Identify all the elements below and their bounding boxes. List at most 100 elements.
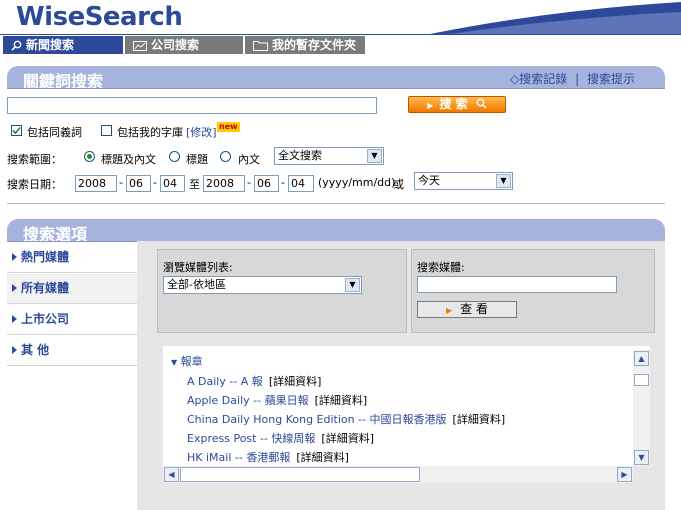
divider: [7, 203, 665, 204]
category-label: 報章: [180, 355, 203, 368]
search-tips-link[interactable]: 搜索提示: [587, 72, 635, 86]
media-name[interactable]: China Daily Hong Kong Edition -- 中國日報香港版: [187, 413, 447, 426]
date-preset-select[interactable]: 今天 ▼: [414, 172, 513, 190]
list-item[interactable]: A Daily -- A 報 [詳細資料]: [187, 373, 321, 389]
nav-label: 上市公司: [21, 312, 70, 326]
browse-media-select[interactable]: 全部-依地區 ▼: [163, 276, 362, 294]
scroll-thumb[interactable]: [634, 374, 649, 386]
tab-company-search[interactable]: 公司搜索: [125, 36, 243, 54]
scroll-left-icon[interactable]: ◀: [164, 467, 179, 482]
checkmark-icon: [12, 126, 21, 135]
tab-label: 新聞搜索: [26, 38, 75, 52]
to-year-input[interactable]: [203, 175, 245, 192]
tab-saved-folder[interactable]: 我的暫存文件夾: [245, 36, 365, 54]
scroll-down-icon[interactable]: ▼: [634, 450, 649, 465]
search-button-label: 搜 索: [439, 97, 468, 111]
detail-link[interactable]: [詳細資料]: [269, 375, 322, 388]
scope-select[interactable]: 全文搜索 ▼: [274, 147, 384, 165]
folder-icon: [253, 41, 268, 51]
search-media-label: 搜索媒體:: [417, 261, 465, 274]
chevron-down-icon: ▼: [496, 174, 511, 188]
date-dash: -: [281, 176, 285, 189]
media-name[interactable]: Apple Daily -- 蘋果日報: [187, 394, 309, 407]
keyword-input[interactable]: [7, 97, 377, 114]
nav-label: 所有媒體: [21, 281, 70, 295]
from-year-input[interactable]: [75, 175, 117, 192]
modify-link[interactable]: [修改]: [186, 124, 217, 140]
header-swoosh-decoration: [430, 2, 681, 34]
magnifier-icon: [11, 40, 22, 51]
nav-all-media[interactable]: 所有媒體: [7, 274, 137, 304]
scope-option-label: 標題及內文: [101, 153, 156, 166]
scope-radio-title[interactable]: [169, 151, 180, 162]
category-報章[interactable]: ▼ 報章: [171, 353, 203, 369]
magnifier-icon: [476, 98, 487, 109]
scroll-thumb[interactable]: [180, 467, 420, 482]
scroll-right-icon[interactable]: ▶: [617, 467, 632, 482]
list-item[interactable]: Apple Daily -- 蘋果日報 [詳細資料]: [187, 392, 367, 408]
scope-option-label: 內文: [238, 153, 260, 166]
horizontal-scrollbar[interactable]: ◀ ▶: [163, 466, 633, 483]
mydict-checkbox[interactable]: [101, 125, 112, 136]
tab-label: 我的暫存文件夾: [272, 38, 357, 52]
search-button[interactable]: ▶ 搜 索: [408, 96, 506, 113]
nav-listed-companies[interactable]: 上市公司: [7, 305, 137, 335]
list-item[interactable]: China Daily Hong Kong Edition -- 中國日報香港版…: [187, 411, 505, 427]
scroll-up-icon[interactable]: ▲: [634, 351, 649, 366]
scope-radio-content[interactable]: [220, 151, 231, 162]
media-name[interactable]: A Daily -- A 報: [187, 375, 263, 388]
detail-link[interactable]: [詳細資料]: [315, 394, 368, 407]
tab-label: 公司搜索: [151, 38, 200, 52]
scope-select-value: 全文搜索: [278, 149, 322, 162]
search-history-link[interactable]: 搜索記錄: [519, 72, 567, 86]
date-format-hint: (yyyy/mm/dd): [318, 176, 396, 189]
chevron-down-icon: ▼: [367, 149, 382, 163]
synonyms-checkbox[interactable]: [11, 125, 22, 136]
scope-radio-title-content[interactable]: [84, 151, 95, 162]
search-options-header: 搜索選項: [7, 219, 665, 244]
detail-link[interactable]: [詳細資料]: [453, 413, 506, 426]
wisesearch-logo: WiseSearch: [16, 2, 183, 32]
arrow-right-icon: ▶: [427, 101, 434, 110]
nav-label: 熱門媒體: [21, 250, 70, 264]
new-badge: new: [217, 122, 240, 132]
vertical-scrollbar[interactable]: ▲ ▼: [633, 350, 650, 466]
browse-media-label: 瀏覽媒體列表:: [163, 261, 233, 274]
date-label: 搜索日期：: [7, 178, 62, 191]
search-media-input[interactable]: [417, 276, 617, 293]
nav-others[interactable]: 其 他: [7, 336, 137, 366]
date-preset-value: 今天: [418, 174, 440, 187]
scope-option-label: 標題: [186, 153, 208, 166]
to-day-input[interactable]: [288, 175, 314, 192]
date-dash: -: [153, 176, 157, 189]
or-word: 或: [393, 178, 404, 191]
date-dash: -: [119, 176, 123, 189]
media-name[interactable]: Express Post -- 快線周報: [187, 432, 315, 445]
triangle-down-icon: ▼: [171, 358, 178, 367]
nav-label: 其 他: [21, 343, 50, 357]
synonyms-label: 包括同義詞: [27, 126, 82, 139]
arrow-right-icon: ▶: [446, 306, 453, 315]
divider: [7, 88, 665, 89]
detail-link[interactable]: [詳細資料]: [321, 432, 374, 445]
link-separator: |: [575, 72, 580, 86]
date-dash: -: [247, 176, 251, 189]
media-name[interactable]: HK iMail -- 香港郵報: [187, 451, 290, 464]
view-button[interactable]: ▶ 查 看: [417, 301, 517, 318]
diamond-icon: ◇: [510, 72, 520, 86]
tab-news-search[interactable]: 新聞搜索: [3, 36, 123, 54]
list-item[interactable]: Express Post -- 快線周報 [詳細資料]: [187, 430, 374, 446]
to-month-input[interactable]: [254, 175, 279, 192]
chevron-down-icon: ▼: [345, 278, 360, 292]
chart-icon: [133, 41, 147, 51]
from-day-input[interactable]: [160, 175, 185, 192]
to-word: 至: [189, 178, 200, 191]
mydict-label: 包括我的字庫: [117, 126, 183, 139]
view-button-label: 查 看: [460, 302, 488, 316]
from-month-input[interactable]: [126, 175, 151, 192]
detail-link[interactable]: [詳細資料]: [296, 451, 349, 464]
header-links: ◇搜索記錄 | 搜索提示: [510, 70, 635, 87]
nav-popular-media[interactable]: 熱門媒體: [7, 243, 137, 273]
browse-select-value: 全部-依地區: [167, 278, 226, 291]
list-item[interactable]: HK iMail -- 香港郵報 [詳細資料]: [187, 449, 349, 465]
